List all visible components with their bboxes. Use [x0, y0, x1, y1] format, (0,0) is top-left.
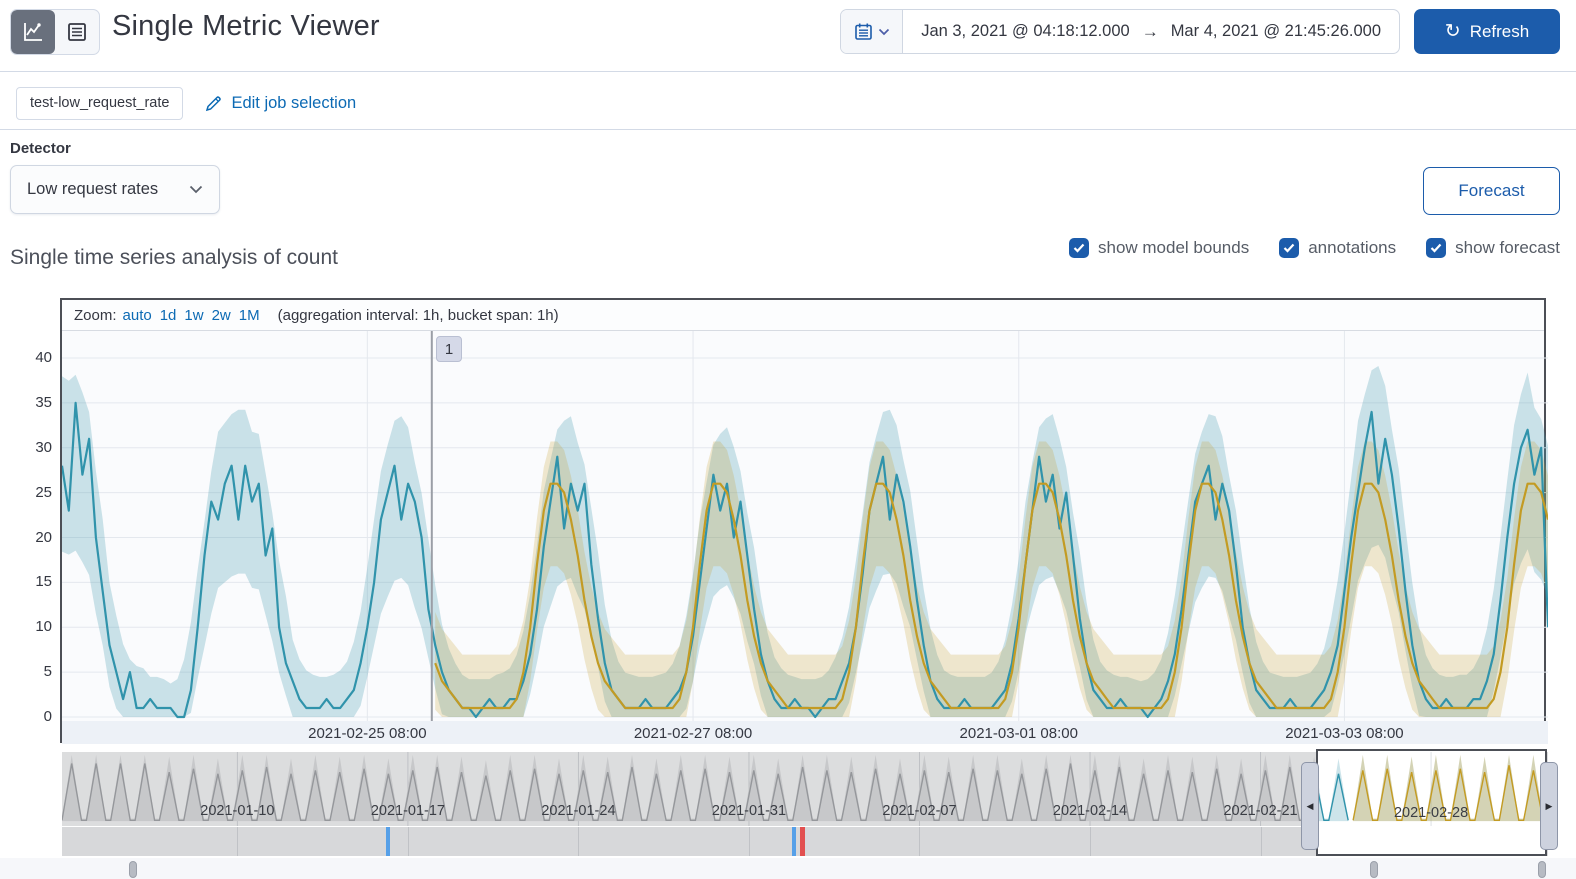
y-tick-label: 25 [35, 483, 52, 501]
swimlane-separator [1090, 827, 1092, 856]
line-chart-icon [24, 23, 42, 41]
chart-options-row: show model bounds annotations show forec… [1068, 238, 1560, 258]
range-arrow-icon: → [1141, 21, 1159, 41]
table-icon [68, 23, 86, 41]
check-icon [1283, 243, 1295, 253]
brush-actual [1318, 758, 1349, 822]
y-tick-label: 15 [35, 573, 52, 591]
single-metric-viewer-page: Single Metric Viewer Jan 3, 2021 @ 04:18… [0, 0, 1576, 879]
zoom-2w-link[interactable]: 2w [212, 307, 231, 324]
brush-handle-pill[interactable] [129, 861, 137, 878]
focus-chart-panel: Zoom: auto 1d 1w 2w 1M (aggregation inte… [60, 298, 1548, 744]
y-tick-label: 10 [35, 618, 52, 636]
y-tick-label: 0 [43, 708, 52, 725]
calendar-icon [854, 23, 872, 40]
zoom-auto-link[interactable]: auto [123, 307, 152, 324]
context-date-label: 2021-02-07 [882, 803, 957, 819]
detector-select[interactable]: Low request rates [10, 165, 220, 214]
chart-view-button[interactable] [11, 10, 55, 54]
context-date-label: 2021-01-24 [541, 803, 616, 819]
swimlane-separator [919, 827, 921, 856]
brush-right-handle[interactable]: ▶ [1540, 762, 1558, 850]
date-picker-quick-menu[interactable] [841, 10, 904, 53]
detector-label: Detector [10, 140, 71, 157]
brush-actual-band [1318, 758, 1349, 822]
swimlane-separator [1260, 827, 1262, 856]
swimlane-separator [237, 827, 239, 856]
swimlane-separator [407, 827, 409, 856]
date-range-display: Jan 3, 2021 @ 04:18:12.000 → Mar 4, 2021… [903, 10, 1399, 53]
focus-chart-plot[interactable] [62, 331, 1548, 721]
triangle-right-icon: ▶ [1545, 800, 1553, 811]
swimlane-separator [748, 827, 750, 856]
chevron-down-icon [189, 185, 203, 194]
x-axis-strip: 2021-02-25 08:00 2021-02-27 08:00 2021-03-… [62, 721, 1548, 744]
y-tick-label: 35 [35, 393, 52, 411]
range-start[interactable]: Jan 3, 2021 @ 04:18:12.000 [921, 22, 1130, 41]
brush-date-label: 2021-02-28 [1393, 805, 1469, 821]
x-tick-label: 2021-02-25 08:00 [308, 725, 427, 742]
detector-selected-value: Low request rates [27, 180, 159, 198]
forecast-button[interactable]: Forecast [1423, 167, 1560, 215]
edit-job-selection-link[interactable]: Edit job selection [205, 94, 356, 113]
zoom-controls: Zoom: auto 1d 1w 2w 1M (aggregation inte… [62, 300, 1544, 331]
context-date-label: 2021-01-31 [711, 803, 787, 819]
job-selection-bar: test-low_request_rate Edit job selection [16, 86, 356, 120]
context-date-label: 2021-02-14 [1052, 803, 1128, 819]
annotation-marker[interactable] [385, 827, 390, 856]
bottom-scroll-strip [0, 858, 1576, 879]
y-tick-label: 5 [43, 663, 52, 681]
annotation-badge[interactable]: 1 [436, 336, 462, 362]
super-date-picker: Jan 3, 2021 @ 04:18:12.000 → Mar 4, 2021… [840, 9, 1400, 54]
job-badge[interactable]: test-low_request_rate [16, 86, 184, 120]
triangle-left-icon: ◀ [1306, 800, 1314, 811]
zoom-1d-link[interactable]: 1d [160, 307, 177, 324]
zoom-prefix: Zoom: [74, 306, 117, 324]
refresh-button[interactable]: ↻ Refresh [1414, 9, 1560, 54]
y-tick-label: 40 [35, 349, 52, 366]
header-divider [0, 71, 1576, 72]
show-forecast-checkbox[interactable] [1426, 238, 1447, 258]
zoom-1w-link[interactable]: 1w [184, 307, 203, 324]
annotations-checkbox[interactable] [1279, 238, 1300, 258]
focus-chart-svg [62, 331, 1548, 721]
brush-handle-pill[interactable] [1538, 861, 1546, 878]
show-model-bounds-checkbox[interactable] [1068, 238, 1089, 258]
brush-handle-pill[interactable] [1370, 861, 1378, 878]
context-date-label: 2021-01-10 [200, 803, 275, 819]
aggregation-info: (aggregation interval: 1h, bucket span: … [277, 306, 559, 324]
page-header: Single Metric Viewer Jan 3, 2021 @ 04:18… [0, 8, 1576, 56]
range-end[interactable]: Mar 4, 2021 @ 21:45:26.000 [1171, 22, 1381, 41]
check-icon [1073, 243, 1085, 253]
refresh-icon: ↻ [1444, 21, 1461, 42]
x-tick-label: 2021-02-27 08:00 [633, 725, 753, 742]
table-view-button[interactable] [55, 10, 99, 54]
show-model-bounds-option: show model bounds [1068, 238, 1249, 258]
anomaly-marker[interactable] [799, 827, 805, 856]
pencil-icon [206, 95, 222, 111]
y-tick-label: 20 [35, 528, 52, 546]
context-date-label: 2021-01-17 [370, 803, 445, 819]
page-title: Single Metric Viewer [112, 10, 380, 42]
annotation-marker[interactable] [791, 827, 796, 856]
view-toggle-group [10, 9, 100, 55]
y-tick-label: 30 [35, 438, 52, 456]
chevron-down-icon [878, 28, 889, 35]
swimlane-separator [578, 827, 580, 856]
time-selection-brush[interactable]: 2021-02-28 [1316, 749, 1547, 856]
show-forecast-option: show forecast [1426, 238, 1560, 258]
annotations-option: annotations [1279, 238, 1396, 258]
zoom-1M-link[interactable]: 1M [239, 307, 260, 324]
job-divider [0, 129, 1576, 130]
brush-left-handle[interactable]: ◀ [1301, 762, 1319, 850]
x-tick-label: 2021-03-01 08:00 [959, 725, 1078, 742]
x-tick-label: 2021-03-03 08:00 [1285, 725, 1404, 742]
check-icon [1430, 243, 1442, 253]
series-analysis-title: Single time series analysis of count [10, 246, 338, 269]
